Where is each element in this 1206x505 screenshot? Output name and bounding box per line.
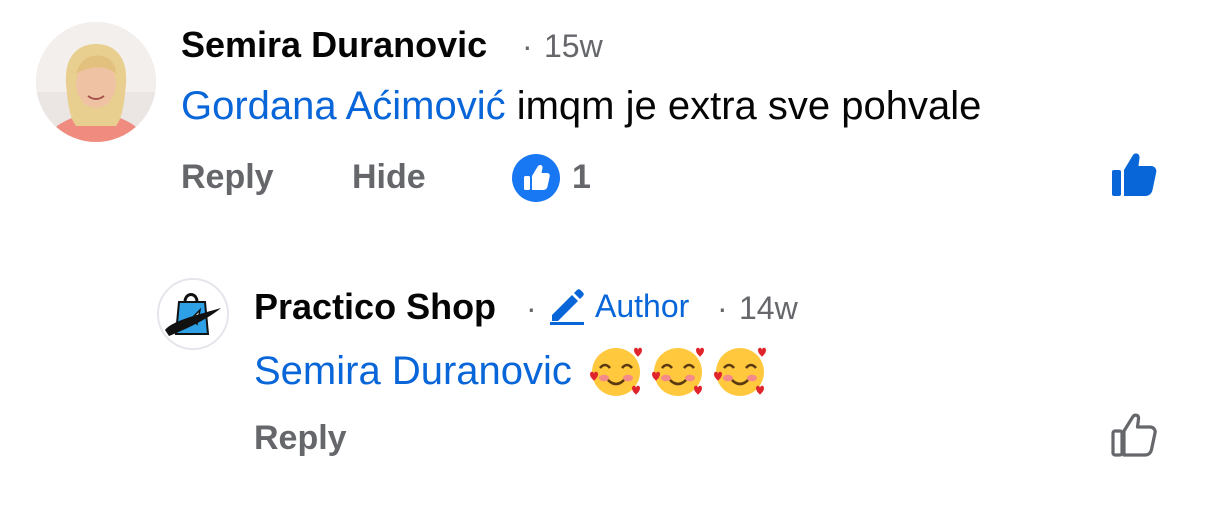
separator-dot: · bbox=[526, 290, 537, 326]
hide-button[interactable]: Hide bbox=[352, 158, 426, 197]
like-reaction-icon[interactable] bbox=[512, 154, 560, 202]
person-photo-icon bbox=[36, 22, 156, 142]
comment-text: imqm je extra sve pohvale bbox=[516, 84, 982, 128]
separator-dot: · bbox=[717, 290, 728, 326]
shop-avatar[interactable] bbox=[157, 278, 229, 350]
emoji-group bbox=[588, 344, 770, 398]
author-badge: Author bbox=[595, 288, 690, 324]
reply-button[interactable]: Reply bbox=[181, 158, 274, 197]
shopping-bag-logo-icon bbox=[159, 280, 227, 348]
smiling-face-with-hearts-icon bbox=[651, 347, 704, 396]
reply-body: Semira Duranovic bbox=[254, 344, 770, 398]
mention-link[interactable]: Semira Duranovic bbox=[254, 349, 572, 394]
smiling-face-with-hearts-icon bbox=[589, 347, 642, 396]
reply-timestamp[interactable]: 14w bbox=[739, 290, 798, 327]
smiling-face-with-hearts-icon bbox=[713, 347, 766, 396]
comment-timestamp[interactable]: 15w bbox=[544, 28, 603, 65]
comment-body: Gordana Aćimović imqm je extra sve pohva… bbox=[181, 84, 981, 129]
pencil-icon bbox=[548, 287, 586, 325]
thumbs-up-outline-icon[interactable] bbox=[1110, 412, 1158, 458]
separator-dot: · bbox=[522, 28, 533, 64]
reply-button[interactable]: Reply bbox=[254, 419, 347, 458]
commenter-avatar[interactable] bbox=[36, 22, 156, 142]
reaction-count[interactable]: 1 bbox=[572, 158, 591, 197]
thumbs-up-filled-icon[interactable] bbox=[1110, 152, 1158, 198]
reply-author-name[interactable]: Practico Shop bbox=[254, 286, 496, 328]
mention-link[interactable]: Gordana Aćimović bbox=[181, 84, 506, 128]
commenter-name[interactable]: Semira Duranovic bbox=[181, 24, 487, 66]
